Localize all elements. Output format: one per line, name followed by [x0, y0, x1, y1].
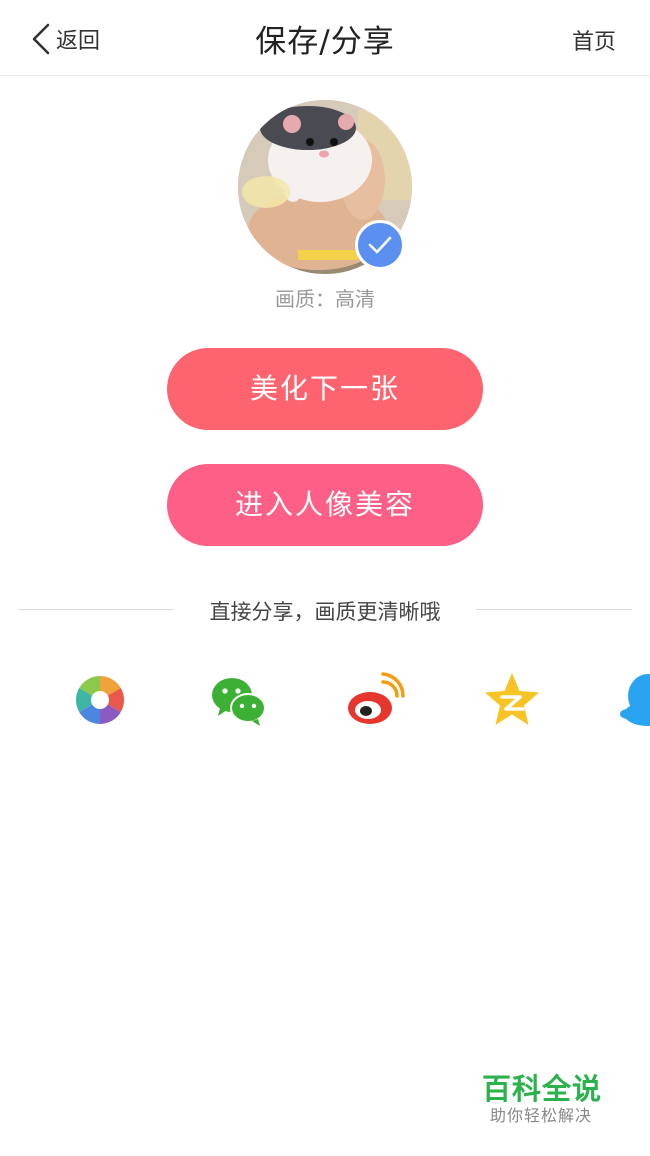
beautify-next-button[interactable]: 美化下一张 [167, 348, 483, 430]
check-icon [368, 236, 392, 254]
share-camera-button[interactable] [70, 670, 130, 734]
share-wechat-button[interactable] [208, 670, 268, 734]
share-weibo-button[interactable] [345, 670, 405, 734]
camera-aperture-icon [75, 676, 125, 724]
wechat-icon [212, 678, 266, 726]
share-divider: 直接分享，画质更清晰哦 [0, 594, 650, 626]
image-quality-label: 画质：高清 [275, 287, 375, 311]
watermark-subtitle: 助你轻松解决 [490, 1106, 593, 1125]
save-share-screen: 返回 保存/分享 首页 画质：高清 美化下一张 进入人像美容 直接分享，画质更清… [0, 0, 650, 1156]
portrait-beauty-button[interactable]: 进入人像美容 [167, 464, 483, 546]
page-title: 保存/分享 [255, 24, 395, 60]
divider-line-right [476, 609, 632, 610]
qq-penguin-icon [620, 674, 650, 726]
home-button[interactable]: 首页 [572, 24, 616, 56]
share-qq-button[interactable] [618, 670, 650, 734]
weibo-icon [348, 672, 405, 724]
selected-badge [355, 220, 405, 270]
share-qzone-button[interactable] [482, 670, 542, 734]
qzone-star-icon [485, 673, 539, 725]
share-heading: 直接分享，画质更清晰哦 [209, 600, 441, 624]
top-bar: 返回 保存/分享 首页 [0, 0, 650, 76]
